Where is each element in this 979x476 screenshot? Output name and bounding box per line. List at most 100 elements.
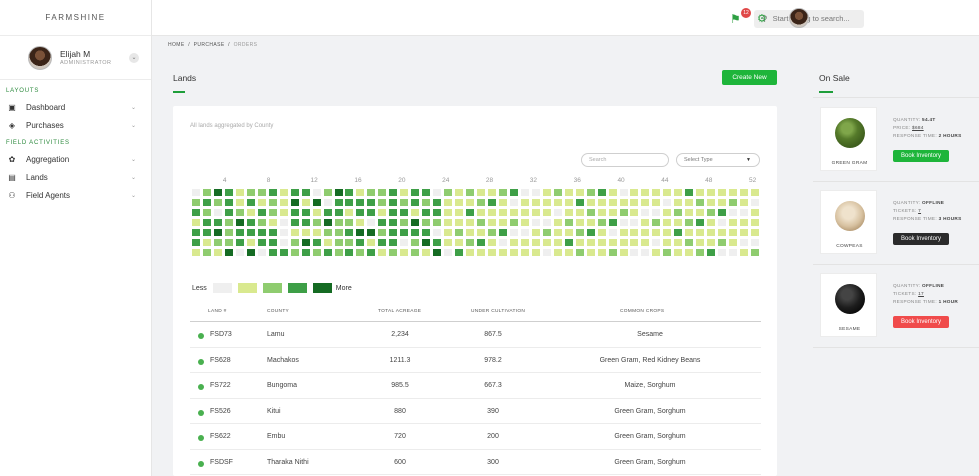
heatmap-cell[interactable] [345,199,354,206]
heatmap-cell[interactable] [674,239,683,246]
sidebar-item-field-agents[interactable]: ⚇ Field Agents ⌄ [0,186,151,204]
heatmap-cell[interactable] [487,239,496,246]
heatmap-cell[interactable] [455,229,464,236]
heatmap-cell[interactable] [290,209,299,216]
heatmap-cell[interactable] [334,209,343,216]
heatmap-cell[interactable] [312,249,321,256]
heatmap-cell[interactable] [553,209,562,216]
heatmap-cell[interactable] [685,239,694,246]
heatmap-cell[interactable] [641,199,650,206]
heatmap-cell[interactable] [641,239,650,246]
heatmap-cell[interactable] [334,249,343,256]
column-total-acreage[interactable]: TOTAL ACREAGE [378,309,421,314]
heatmap-cell[interactable] [751,239,760,246]
heatmap-cell[interactable] [466,239,475,246]
heatmap-cell[interactable] [652,209,661,216]
heatmap-cell[interactable] [345,189,354,196]
heatmap-cell[interactable] [575,239,584,246]
heatmap-cell[interactable] [663,239,672,246]
heatmap-cell[interactable] [389,249,398,256]
heatmap-cell[interactable] [477,229,485,236]
heatmap-cell[interactable] [564,239,573,246]
heatmap-cell[interactable] [455,249,464,256]
heatmap-cell[interactable] [279,219,288,226]
heatmap-cell[interactable] [740,209,749,216]
heatmap-cell[interactable] [531,249,540,256]
heatmap-cell[interactable] [213,209,222,216]
heatmap-cell[interactable] [477,219,485,226]
heatmap-cell[interactable] [674,189,683,196]
heatmap-cell[interactable] [279,199,288,206]
heatmap-cell[interactable] [696,239,705,246]
heatmap-cell[interactable] [433,219,442,226]
heatmap-cell[interactable] [586,249,595,256]
heatmap-cell[interactable] [608,209,617,216]
heatmap-cell[interactable] [301,229,310,236]
heatmap-cell[interactable] [378,199,387,206]
heatmap-cell[interactable] [444,219,453,226]
heatmap-cell[interactable] [520,189,529,196]
heatmap-cell[interactable] [213,199,222,206]
heatmap-cell[interactable] [608,219,617,226]
heatmap-cell[interactable] [586,229,595,236]
avatar[interactable] [28,45,52,70]
heatmap-cell[interactable] [246,209,255,216]
heatmap-cell[interactable] [192,229,200,236]
heatmap-cell[interactable] [751,199,760,206]
heatmap-cell[interactable] [652,229,661,236]
heatmap-cell[interactable] [586,219,595,226]
heatmap-cell[interactable] [477,249,485,256]
heatmap-cell[interactable] [619,199,628,206]
sidebar-item-dashboard[interactable]: ▣ Dashboard ⌄ [0,98,151,116]
heatmap-cell[interactable] [564,199,573,206]
heatmap-cell[interactable] [202,229,211,236]
heatmap-cell[interactable] [751,249,760,256]
column-land[interactable]: LAND # [208,309,227,314]
heatmap-cell[interactable] [729,199,738,206]
heatmap-cell[interactable] [224,219,233,226]
heatmap-cell[interactable] [520,199,529,206]
heatmap-cell[interactable] [466,199,475,206]
heatmap-cell[interactable] [729,189,738,196]
heatmap-cell[interactable] [696,219,705,226]
heatmap-cell[interactable] [422,239,431,246]
heatmap-cell[interactable] [542,239,551,246]
heatmap-cell[interactable] [718,239,727,246]
heatmap-cell[interactable] [729,249,738,256]
heatmap-cell[interactable] [290,229,299,236]
heatmap-cell[interactable] [619,249,628,256]
column-under-cultivation[interactable]: UNDER CULTIVATION [471,309,525,314]
heatmap-cell[interactable] [235,229,244,236]
type-select[interactable]: Select Type ▼ [676,153,760,167]
heatmap-cell[interactable] [400,229,409,236]
heatmap-cell[interactable] [378,209,387,216]
heatmap-cell[interactable] [608,199,617,206]
heatmap-cell[interactable] [356,239,365,246]
heatmap-cell[interactable] [345,229,354,236]
heatmap-cell[interactable] [751,209,760,216]
heatmap-cell[interactable] [718,219,727,226]
heatmap-cell[interactable] [268,209,277,216]
heatmap-cell[interactable] [663,249,672,256]
profile-dropdown-icon[interactable]: ⌄ [129,53,139,63]
heatmap-cell[interactable] [619,229,628,236]
sidebar-item-lands[interactable]: ▤ Lands ⌄ [0,168,151,186]
heatmap-cell[interactable] [466,219,475,226]
product-card[interactable]: GREEN GRAM [820,107,877,171]
heatmap-cell[interactable] [290,219,299,226]
heatmap-cell[interactable] [531,189,540,196]
heatmap-cell[interactable] [202,219,211,226]
heatmap-cell[interactable] [696,229,705,236]
heatmap-cell[interactable] [455,199,464,206]
heatmap-cell[interactable] [411,189,420,196]
heatmap-cell[interactable] [663,229,672,236]
heatmap-cell[interactable] [301,189,310,196]
heatmap-cell[interactable] [509,209,518,216]
heatmap-cell[interactable] [444,239,453,246]
heatmap-cell[interactable] [323,209,332,216]
heatmap-cell[interactable] [477,239,485,246]
heatmap-cell[interactable] [498,189,507,196]
heatmap-cell[interactable] [652,199,661,206]
heatmap-cell[interactable] [685,189,694,196]
heatmap-cell[interactable] [674,249,683,256]
